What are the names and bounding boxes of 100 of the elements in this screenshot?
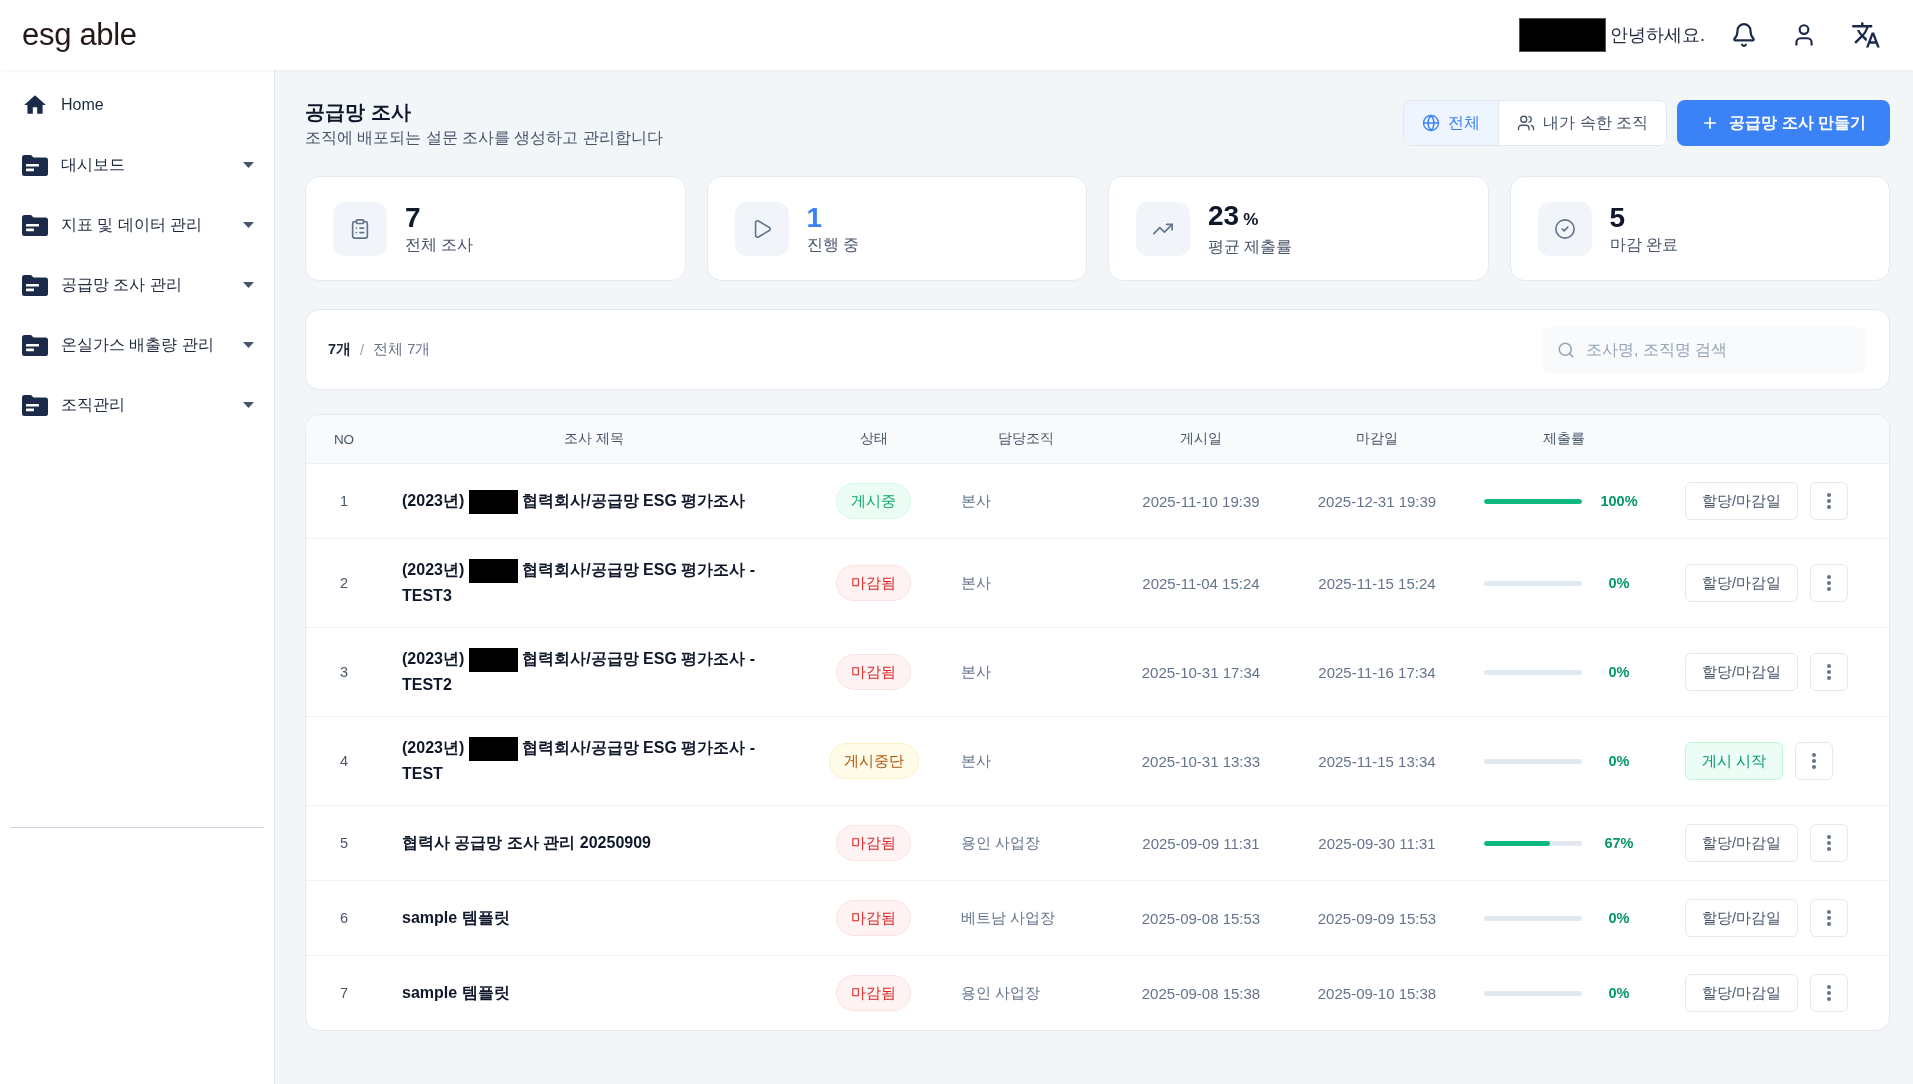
trend-up-icon: [1136, 201, 1190, 256]
more-button[interactable]: [1810, 824, 1849, 862]
row-number: 5: [338, 835, 350, 851]
stat-label: 마감 완료: [1609, 234, 1678, 255]
search-field[interactable]: 조사명, 조직명 검색: [1542, 326, 1866, 373]
status-badge: 마감됨: [836, 900, 911, 936]
sidebar-item[interactable]: 공급망 조사 관리: [0, 255, 274, 315]
rate-reading: 0%: [1607, 664, 1631, 680]
status-badge: 마감됨: [836, 654, 911, 690]
folder-icon: [22, 394, 48, 416]
deadline-date: 2025-09-10 15:38: [1316, 984, 1438, 1002]
scope-tab[interactable]: 내가 속한 조직: [1498, 101, 1667, 145]
more-button[interactable]: [1810, 564, 1849, 602]
more-button[interactable]: [1810, 974, 1849, 1012]
vertical-dots-icon: [1827, 985, 1832, 1001]
row-number: 2: [338, 575, 350, 591]
row-number: 6: [338, 910, 350, 926]
posted-date: 2025-10-31 17:34: [1140, 663, 1262, 681]
org-name: 본사: [960, 573, 991, 593]
assign-button[interactable]: 할당/마감일: [1685, 824, 1799, 862]
survey-title: (2023년) 협력회사/공급망 ESG 평가조사 - TEST2: [402, 646, 790, 698]
vertical-dots-icon: [1827, 575, 1832, 591]
bell-icon[interactable]: [1731, 22, 1757, 48]
deadline-date: 2025-09-30 11:31: [1317, 834, 1437, 852]
posted-date: 2025-09-08 15:53: [1140, 909, 1262, 927]
translate-icon[interactable]: [1851, 20, 1881, 50]
assign-button[interactable]: 할당/마감일: [1685, 653, 1799, 691]
status-badge: 마감됨: [836, 975, 911, 1011]
stat-value: 5: [1609, 201, 1626, 234]
vertical-dots-icon: [1827, 493, 1832, 509]
column-header: 조사 제목: [563, 430, 625, 448]
page-title: 공급망 조사: [305, 100, 412, 124]
deadline-date: 2025-09-09 15:53: [1316, 909, 1438, 927]
logo: esg able: [22, 17, 137, 53]
status-badge: 게시중: [836, 483, 911, 519]
publish-button[interactable]: 게시 시작: [1685, 742, 1784, 780]
sidebar-item[interactable]: 온실가스 배출량 관리: [0, 315, 274, 375]
assign-button[interactable]: 할당/마감일: [1685, 564, 1799, 602]
survey-title: sample 템플릿: [402, 983, 510, 1003]
org-name: 용인 사업장: [960, 833, 1041, 853]
row-number: 1: [338, 493, 350, 509]
posted-date: 2025-09-08 15:38: [1140, 984, 1262, 1002]
sidebar-item[interactable]: 대시보드: [0, 135, 274, 195]
survey-title: (2023년) 협력회사/공급망 ESG 평가조사 - TEST3: [402, 557, 790, 609]
assign-button[interactable]: 할당/마감일: [1685, 974, 1799, 1012]
survey-title: (2023년) 협력회사/공급망 ESG 평가조사: [402, 488, 746, 514]
rate-reading: 0%: [1607, 985, 1631, 1001]
stat-value: 7: [405, 201, 421, 234]
sidebar-item[interactable]: Home: [0, 75, 274, 135]
more-button[interactable]: [1795, 742, 1834, 780]
users-icon: [1517, 114, 1536, 132]
vertical-dots-icon: [1827, 910, 1832, 926]
org-name: 본사: [960, 751, 991, 771]
status-badge: 마감됨: [836, 565, 911, 601]
status-badge: 게시중단: [828, 743, 919, 779]
create-survey-button[interactable]: 공급망 조사 만들기: [1677, 100, 1890, 146]
assign-button[interactable]: 할당/마감일: [1685, 899, 1799, 937]
folder-icon: [22, 334, 48, 356]
more-button[interactable]: [1810, 899, 1849, 937]
folder-icon: [22, 154, 48, 176]
column-header: NO: [332, 431, 356, 447]
column-header: 게시일: [1179, 430, 1223, 448]
count-separator: /: [360, 341, 365, 358]
vertical-dots-icon: [1827, 664, 1832, 680]
sidebar-item[interactable]: 조직관리: [0, 375, 274, 435]
posted-date: 2025-11-10 19:39: [1141, 492, 1261, 510]
column-header: 마감일: [1355, 430, 1399, 448]
greeting: 안녕하세요.: [1610, 24, 1705, 47]
folder-icon: [22, 274, 48, 296]
deadline-date: 2025-11-15 13:34: [1317, 752, 1437, 770]
total-count: 전체 7개: [373, 340, 431, 359]
page-subtitle: 조직에 배포되는 설문 조사를 생성하고 관리합니다: [305, 128, 663, 148]
org-name: 본사: [960, 662, 991, 682]
assign-button[interactable]: 할당/마감일: [1685, 482, 1799, 520]
deadline-date: 2025-11-15 15:24: [1317, 574, 1437, 592]
globe-icon: [1422, 114, 1441, 132]
rate-reading: 0%: [1607, 753, 1631, 769]
stat-label: 전체 조사: [405, 234, 474, 255]
rate-reading: 100%: [1599, 493, 1639, 509]
survey-title: (2023년) 협력회사/공급망 ESG 평가조사 - TEST: [402, 735, 790, 787]
clipboard-icon: [333, 201, 387, 256]
rate-reading: 0%: [1607, 910, 1631, 926]
more-button[interactable]: [1810, 653, 1849, 691]
stat-value: 1: [806, 201, 823, 234]
survey-title: 협력사 공급망 조사 관리 20250909: [402, 833, 651, 853]
more-button[interactable]: [1810, 482, 1849, 520]
sidebar-item[interactable]: 지표 및 데이터 관리: [0, 195, 274, 255]
column-header: 담당조직: [997, 430, 1055, 448]
posted-date: 2025-09-09 11:31: [1141, 834, 1261, 852]
org-name: 베트남 사업장: [960, 908, 1056, 928]
search-icon: [1557, 340, 1575, 359]
stat-label: 진행 중: [806, 234, 859, 255]
row-number: 4: [338, 753, 350, 769]
status-badge: 마감됨: [836, 825, 911, 861]
vertical-dots-icon: [1827, 835, 1832, 851]
rate-reading: 0%: [1607, 575, 1631, 591]
posted-date: 2025-11-04 15:24: [1141, 574, 1261, 592]
stat-value: 23%: [1208, 199, 1259, 233]
survey-title: sample 템플릿: [402, 908, 510, 928]
org-name: 용인 사업장: [960, 983, 1041, 1003]
